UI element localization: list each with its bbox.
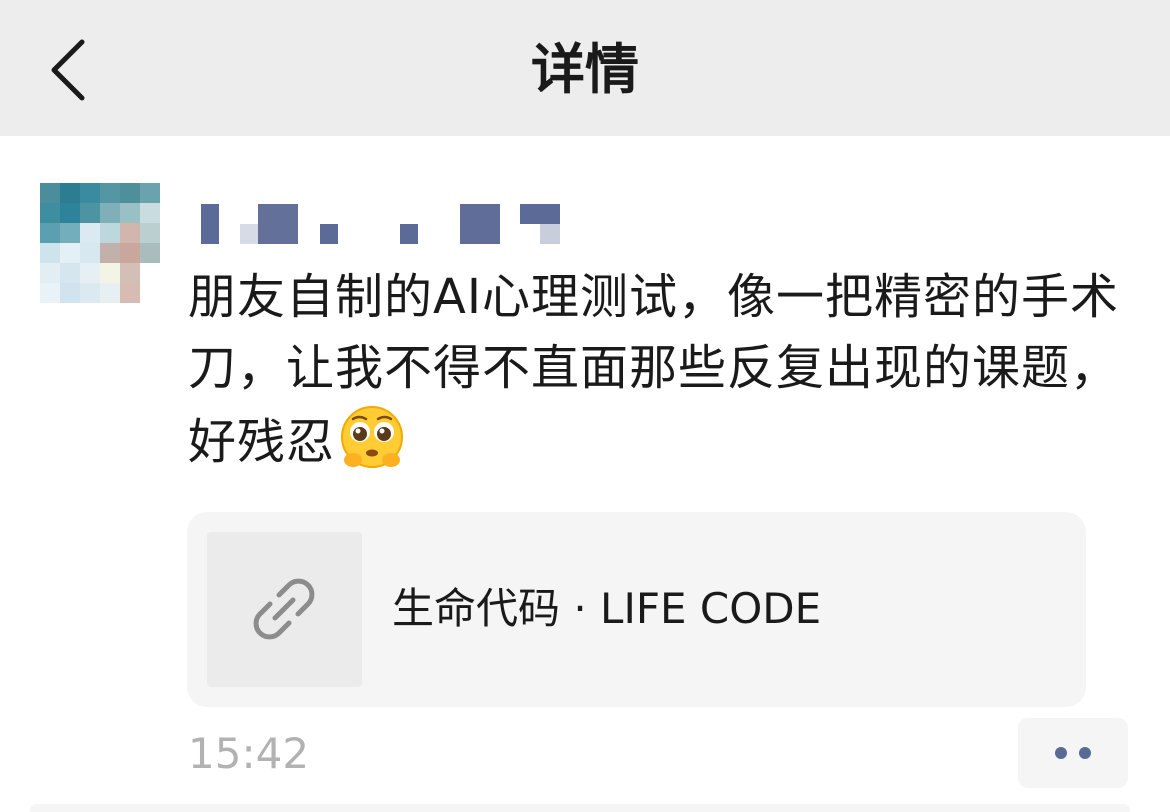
- page-title: 详情: [531, 38, 639, 101]
- link-thumbnail: [207, 532, 362, 687]
- comments-area-edge: [30, 804, 1130, 812]
- shared-link-card[interactable]: 生命代码 · LIFE CODE: [187, 512, 1086, 707]
- post-text: 朋友自制的AI心理测试，像一把精密的手术刀，让我不得不直面那些反复出现的课题，好…: [188, 269, 1120, 470]
- post-content: 朋友自制的AI心理测试，像一把精密的手术刀，让我不得不直面那些反复出现的课题，好…: [188, 262, 1128, 490]
- top-navigation-bar: 详情: [0, 0, 1170, 136]
- link-icon: [253, 578, 315, 640]
- more-actions-button[interactable]: [1018, 718, 1128, 788]
- avatar[interactable]: [40, 183, 160, 303]
- more-dots-icon-dot: [1079, 747, 1091, 759]
- author-name[interactable]: [198, 202, 568, 246]
- pleading-face-emoji: [339, 404, 405, 490]
- post-timestamp: 15:42: [188, 729, 310, 778]
- more-dots-icon: [1055, 747, 1067, 759]
- link-title: 生命代码 · LIFE CODE: [392, 584, 822, 633]
